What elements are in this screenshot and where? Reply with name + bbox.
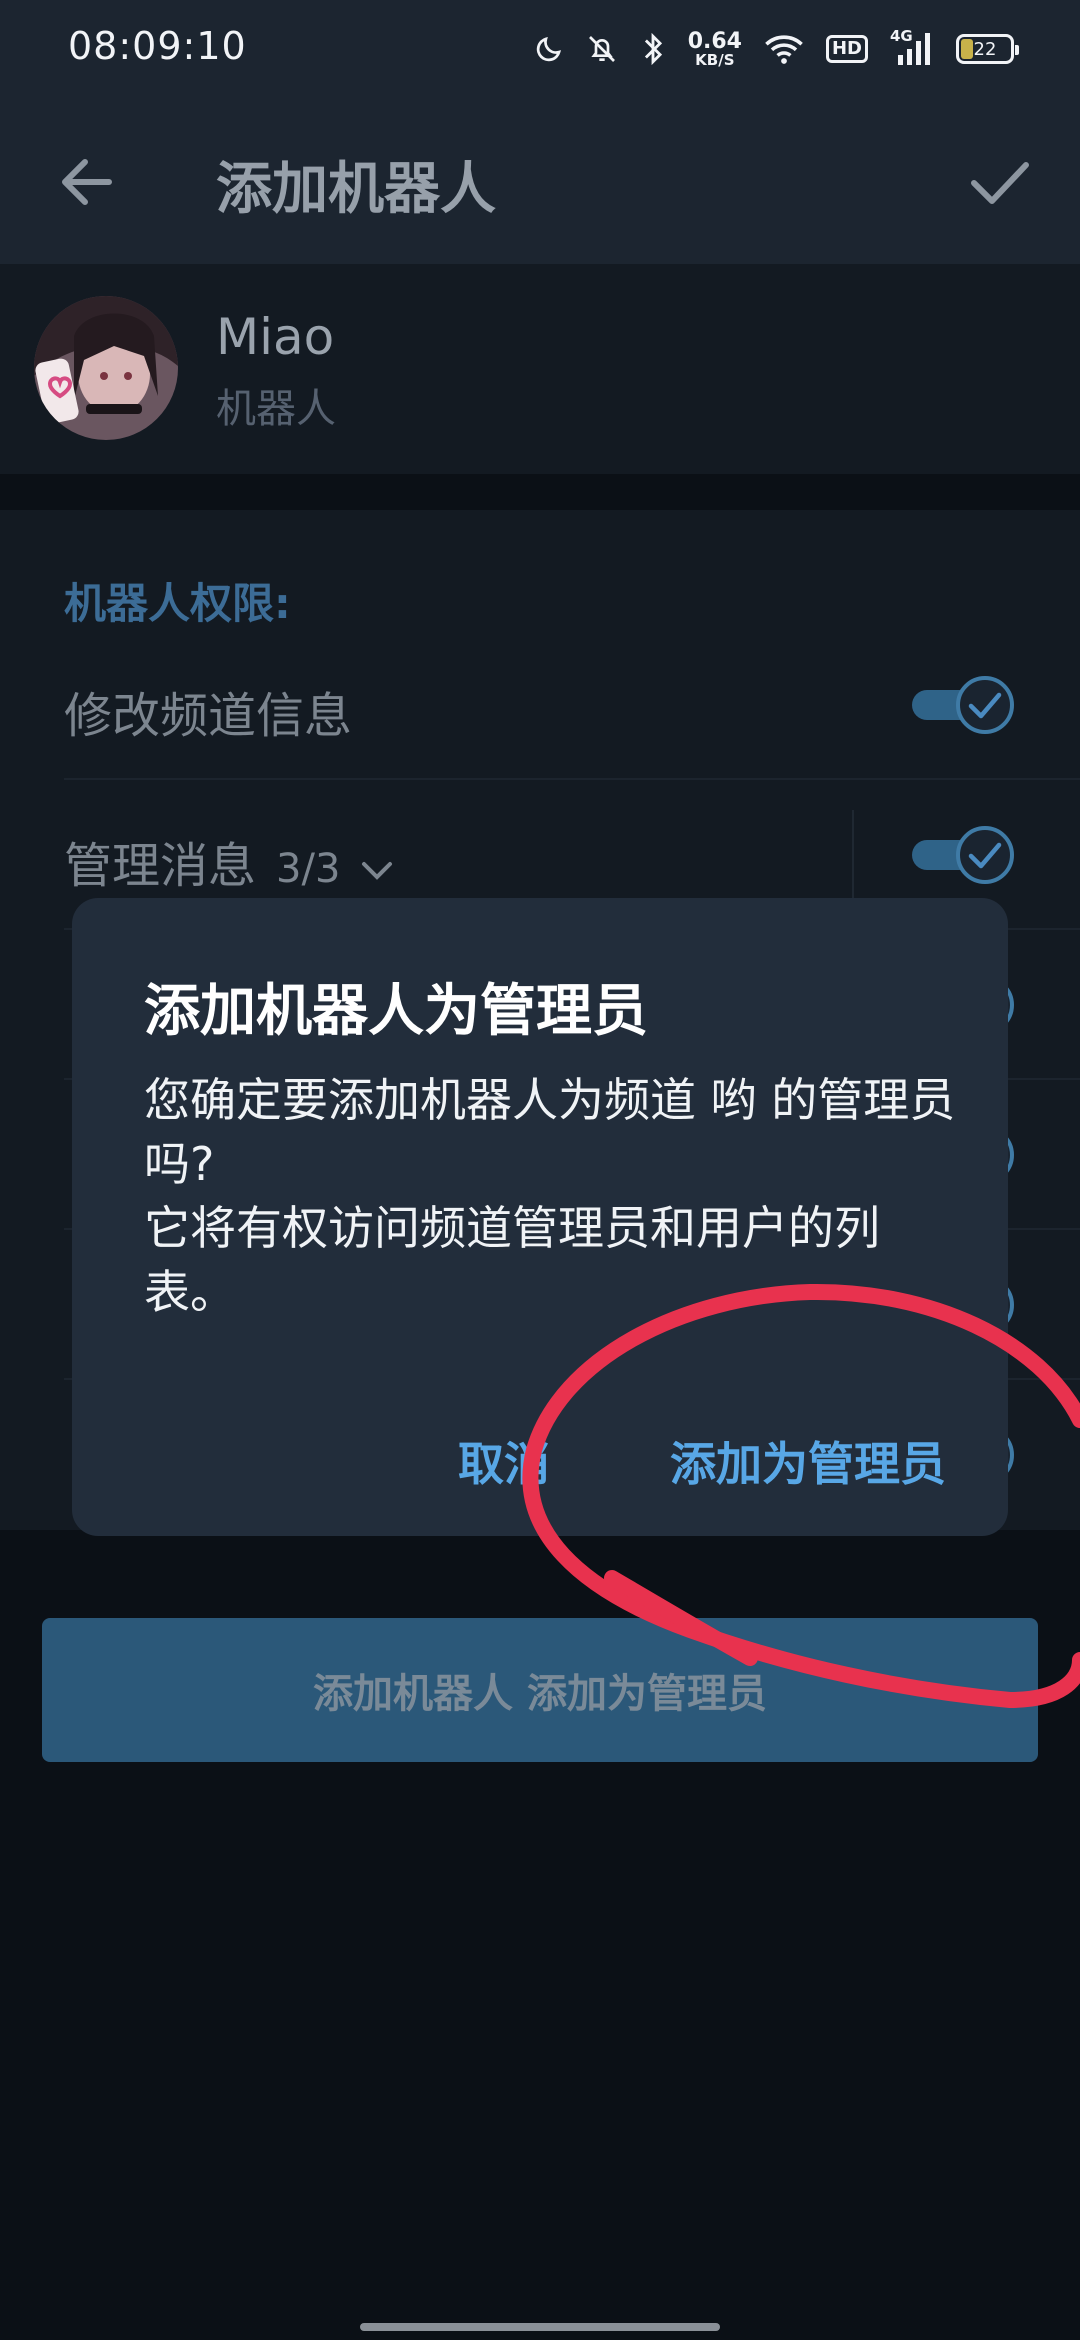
signal-icon: 4G [890,27,934,69]
add-as-admin-button[interactable]: 添加为管理员 [670,1428,946,1494]
dialog-body-line: 它将有权访问频道管理员和用户的列表。 [144,1201,880,1319]
permission-toggle-manage-messages[interactable] [912,826,1014,884]
screen: 08:09:10 0.64 KB/S HD 4G 22 添加机器人 Miao 机… [0,0,1080,2340]
permissions-header: 机器人权限: [64,579,291,628]
add-bot-admin-button[interactable]: 添加机器人 添加为管理员 [42,1618,1038,1762]
done-button[interactable] [960,142,1040,222]
home-indicator[interactable] [360,2323,720,2331]
bluetooth-icon [640,32,666,66]
battery-icon: 22 [956,34,1019,64]
bot-subtitle: 机器人 [216,386,336,432]
dialog-title: 添加机器人为管理员 [144,979,648,1044]
bell-off-icon [586,33,618,65]
check-icon [968,842,1002,869]
app-bar: 添加机器人 [0,100,1080,264]
bot-name: Miao [216,308,335,366]
net-speed: 0.64 KB/S [687,28,742,69]
dialog-body: 您确定要添加机器人为频道 哟 的管理员吗? 它将有权访问频道管理员和用户的列表。 [144,1068,964,1324]
avatar [34,296,178,440]
check-icon [968,692,1002,719]
status-icons: 0.64 KB/S HD 4G 22 [534,24,1019,74]
back-button[interactable] [46,142,126,222]
status-bar: 08:09:10 0.64 KB/S HD 4G 22 [0,0,1080,100]
cancel-button[interactable]: 取消 [458,1428,550,1494]
chevron-down-icon[interactable] [360,860,394,882]
hd-badge: HD [825,35,868,63]
confirm-dialog: 添加机器人为管理员 您确定要添加机器人为频道 哟 的管理员吗? 它将有权访问频道… [72,898,1008,1536]
dialog-body-line: 您确定要添加机器人为频道 哟 的管理员吗? [144,1073,956,1191]
status-time: 08:09:10 [68,24,247,68]
moon-icon [534,34,564,64]
permission-count: 3/3 [276,846,341,892]
arrow-left-icon [62,159,112,205]
page-title: 添加机器人 [216,157,496,222]
bot-card[interactable]: Miao 机器人 [0,264,1080,474]
permission-toggle-change-info[interactable] [912,676,1014,734]
wifi-icon [764,33,804,65]
permission-label: 管理消息 [64,838,257,894]
permission-row-change-info[interactable]: 修改频道信息 [0,630,1080,780]
check-icon [971,162,1029,204]
permission-label: 修改频道信息 [64,688,353,744]
